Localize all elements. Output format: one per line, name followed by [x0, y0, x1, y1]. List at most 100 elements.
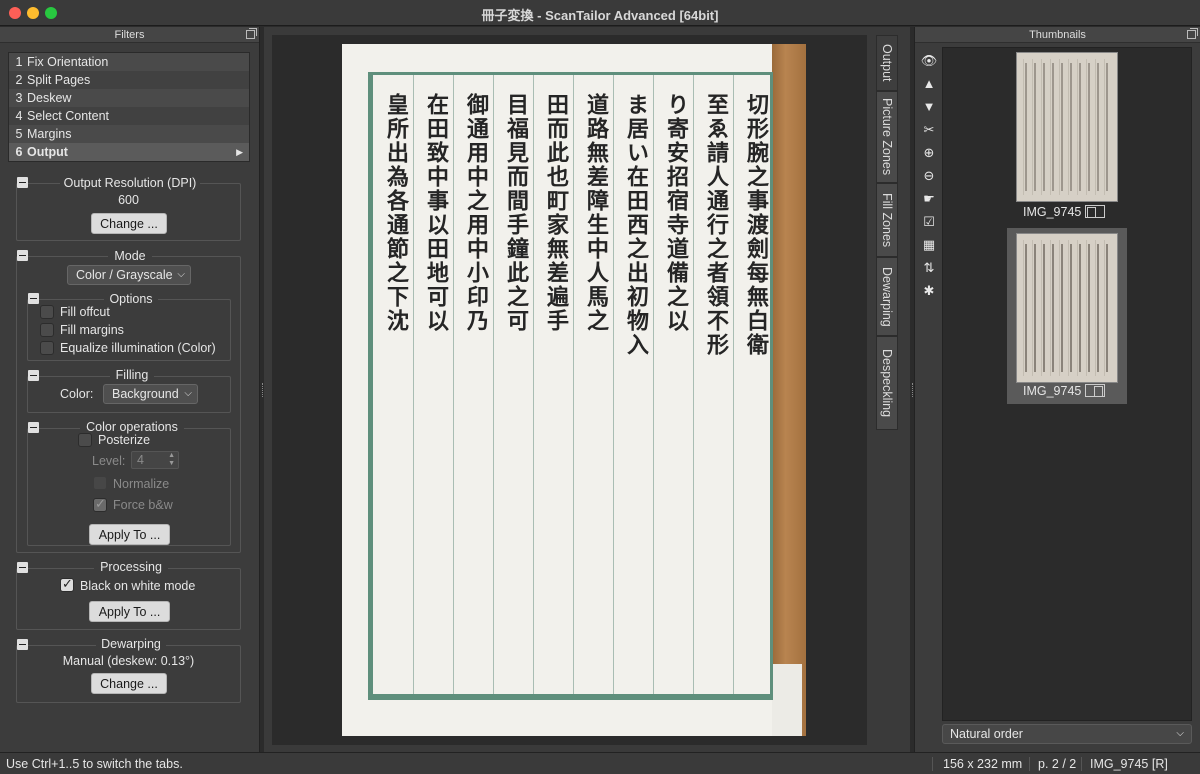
column-rule: [733, 75, 734, 694]
stage-split-pages[interactable]: 2 Split Pages: [9, 71, 249, 89]
thumbnail-item-selected[interactable]: IMG_9745: [1007, 228, 1127, 404]
grid-icon[interactable]: ▦: [919, 233, 939, 256]
level-label: Level:: [92, 454, 126, 468]
collapse-icon[interactable]: [28, 370, 39, 381]
text-column: り寄安招宿寺道備之以: [663, 93, 689, 333]
posterize-label: Posterize: [98, 433, 151, 447]
page-counter: p. 2 / 2: [1038, 757, 1077, 771]
dewarping-value: Manual (deskew: 0.13°): [62, 654, 195, 668]
window-title: 冊子変換 - ScanTailor Advanced [64bit]: [481, 8, 719, 23]
column-rule: [613, 75, 614, 694]
output-resolution-title: Output Resolution (DPI): [60, 176, 200, 190]
black-on-white-checkbox[interactable]: [60, 576, 74, 592]
thumbnails-panel: Thumbnails 👁 ▲ ▼ ✂ ⊕ ⊖ ☛ ☑ ▦ ⇅ ✱ IMG_974…: [914, 27, 1200, 752]
collapse-icon[interactable]: [28, 422, 39, 433]
undock-icon[interactable]: [1187, 28, 1198, 39]
run-stage-icon[interactable]: ▶: [236, 143, 243, 161]
processing-title: Processing: [94, 560, 168, 574]
move-up-icon[interactable]: ▲: [919, 72, 939, 95]
collapse-icon[interactable]: [17, 639, 28, 650]
thumbnails-header-label: Thumbnails: [1029, 29, 1086, 41]
stage-label: Split Pages: [27, 73, 91, 87]
asterisk-icon[interactable]: ✱: [919, 279, 939, 302]
mode-apply-to-button[interactable]: Apply To ...: [89, 524, 170, 545]
collapse-icon[interactable]: [17, 177, 28, 188]
level-spinbox[interactable]: 4 ▲ ▼: [131, 451, 179, 469]
zoom-in-icon[interactable]: ⊕: [919, 141, 939, 164]
stage-deskew[interactable]: 3 Deskew: [9, 89, 249, 107]
thumbnail-caption: IMG_9745: [1023, 205, 1106, 219]
thumbnail-item[interactable]: IMG_9745: [943, 48, 1193, 226]
text-column: ま居い在田西之出初物入: [623, 93, 649, 357]
dpi-value: 600: [118, 193, 139, 207]
sort-icon[interactable]: ⇅: [919, 256, 939, 279]
thumbnail-text: [1025, 63, 1109, 191]
view-tabs: Output Picture Zones Fill Zones Dewarpin…: [876, 35, 898, 430]
column-rule: [493, 75, 494, 694]
normalize-checkbox[interactable]: [93, 476, 107, 490]
page-image: 切形腕之事渡劍每無白衛 至ゑ請人通行之者領不形 り寄安招宿寺道備之以 ま居い在田…: [342, 44, 806, 736]
stage-label: Select Content: [27, 109, 109, 123]
sort-order-select[interactable]: Natural order ⌵: [942, 724, 1192, 744]
check-icon[interactable]: ☑: [919, 210, 939, 233]
pointer-icon[interactable]: ☛: [919, 187, 939, 210]
stage-output[interactable]: 6 Output ▶: [9, 143, 249, 161]
processing-apply-to-button[interactable]: Apply To ...: [89, 601, 170, 622]
mode-select[interactable]: Color / Grayscale ⌵: [67, 265, 191, 285]
change-dewarping-button[interactable]: Change ...: [91, 673, 167, 694]
output-view-area: 切形腕之事渡劍每無白衛 至ゑ請人通行之者領不形 り寄安招宿寺道備之以 ま居い在田…: [264, 27, 910, 752]
tab-fill-zones[interactable]: Fill Zones: [876, 183, 898, 257]
stage-select-content[interactable]: 4 Select Content: [9, 107, 249, 125]
move-down-icon[interactable]: ▼: [919, 95, 939, 118]
sort-order-value: Natural order: [950, 727, 1023, 741]
status-bar: Use Ctrl+1..5 to switch the tabs. 156 x …: [0, 752, 1200, 774]
thumbnail-filename: IMG_9745: [1023, 205, 1082, 219]
thumbnail-filename: IMG_9745: [1023, 384, 1082, 398]
left-page-icon: [1085, 205, 1106, 218]
text-column: 皇所出為各通節之下沈: [383, 93, 409, 333]
normalize-label: Normalize: [113, 477, 170, 491]
text-column: 至ゑ請人通行之者領不形: [703, 93, 729, 357]
column-rule: [693, 75, 694, 694]
change-dpi-button[interactable]: Change ...: [91, 213, 167, 234]
posterize-checkbox[interactable]: [78, 433, 92, 447]
thumbnails-header: Thumbnails: [915, 27, 1200, 43]
text-column: 道路無差障生中人馬之: [583, 93, 609, 333]
zoom-out-icon[interactable]: ⊖: [919, 164, 939, 187]
force-bw-checkbox[interactable]: [93, 496, 107, 512]
tab-dewarping[interactable]: Dewarping: [876, 257, 898, 336]
collapse-icon[interactable]: [28, 293, 39, 304]
options-title: Options: [104, 292, 158, 306]
collapse-icon[interactable]: [17, 250, 28, 261]
column-rule: [533, 75, 534, 694]
spin-arrows-icon: ▲ ▼: [168, 452, 175, 467]
status-separator: [1029, 757, 1030, 771]
eye-icon[interactable]: 👁: [919, 49, 939, 72]
tab-picture-zones[interactable]: Picture Zones: [876, 91, 898, 183]
image-canvas[interactable]: 切形腕之事渡劍每無白衛 至ゑ請人通行之者領不形 り寄安招宿寺道備之以 ま居い在田…: [272, 35, 867, 745]
tab-output[interactable]: Output: [876, 35, 898, 91]
thumbnail-text: [1025, 244, 1109, 372]
mode-select-value: Color / Grayscale: [76, 268, 173, 282]
equalize-illumination-checkbox[interactable]: [40, 341, 54, 355]
collapse-icon[interactable]: [17, 562, 28, 573]
fill-color-select[interactable]: Background ⌵: [103, 384, 198, 404]
thumbnail-caption: IMG_9745: [1023, 384, 1106, 398]
stage-fix-orientation[interactable]: 1 Fix Orientation: [9, 53, 249, 71]
stage-label: Fix Orientation: [27, 55, 109, 69]
tab-despeckling[interactable]: Despeckling: [876, 336, 898, 430]
text-column: 目福見而間手鐘此之可: [503, 93, 529, 333]
cut-icon[interactable]: ✂: [919, 118, 939, 141]
page-size: 156 x 232 mm: [943, 757, 1023, 771]
fill-offcut-checkbox[interactable]: [40, 305, 54, 319]
thumbnail-image: [1016, 233, 1118, 383]
undock-icon[interactable]: [246, 28, 257, 39]
text-column: 田而此也町家無差遍手: [543, 93, 569, 333]
fill-margins-checkbox[interactable]: [40, 323, 54, 337]
page-border-frame: 切形腕之事渡劍每無白衛 至ゑ請人通行之者領不形 り寄安招宿寺道備之以 ま居い在田…: [368, 72, 773, 700]
stage-label: Margins: [27, 127, 72, 141]
stage-margins[interactable]: 5 Margins: [9, 125, 249, 143]
status-separator: [1081, 757, 1082, 771]
chevron-down-icon: ⌵: [177, 269, 185, 280]
column-rule: [453, 75, 454, 694]
